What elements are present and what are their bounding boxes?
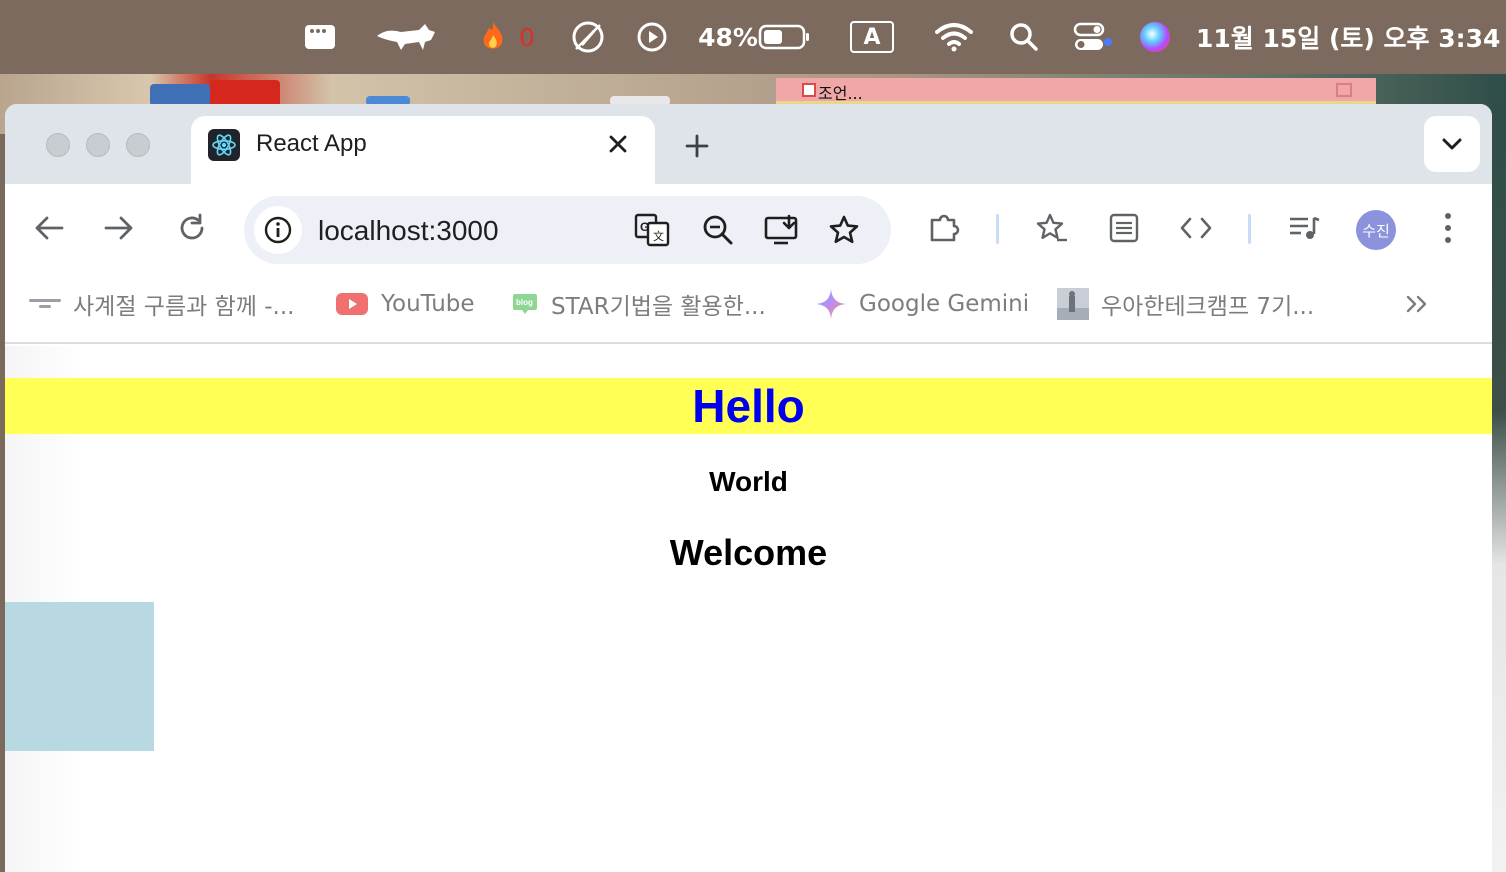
wifi-icon[interactable] bbox=[932, 0, 976, 74]
desktop-edge bbox=[1492, 104, 1506, 872]
datetime[interactable]: 11월 15일 (토) 오후 3:34 bbox=[1196, 0, 1500, 74]
sticky-title: 조언... bbox=[818, 84, 863, 103]
bookmarks-manager-icon[interactable] bbox=[1028, 204, 1076, 252]
bookmark-label: 우아한테크캠프 7기... bbox=[1101, 294, 1315, 320]
extensions-icon[interactable] bbox=[921, 204, 969, 252]
bookmark-label: STAR기법을 활용한... bbox=[551, 294, 766, 320]
world-heading: World bbox=[709, 466, 788, 497]
bookmark-item[interactable]: blog STAR기법을 활용한... bbox=[511, 288, 766, 320]
address-bar[interactable]: localhost:3000 G文 bbox=[244, 196, 891, 264]
bookmark-label: 사계절 구름과 함께 -... bbox=[73, 294, 295, 320]
blue-box bbox=[5, 602, 154, 751]
gemini-icon bbox=[815, 288, 847, 320]
menu-bar: 0 48% A 11월 15일 (토) 오후 3:34 bbox=[0, 0, 1506, 74]
zoom-window-button[interactable] bbox=[126, 133, 150, 157]
thumbnail-icon bbox=[1057, 288, 1089, 320]
profile-avatar[interactable]: 수진 bbox=[1356, 210, 1396, 250]
toolbar-separator bbox=[996, 214, 999, 244]
svg-text:文: 文 bbox=[653, 229, 664, 243]
play-icon[interactable] bbox=[632, 0, 672, 74]
chevron-down-icon bbox=[1442, 138, 1462, 150]
bookmark-label: Google Gemini bbox=[859, 291, 1030, 317]
close-window-button[interactable] bbox=[46, 133, 70, 157]
install-app-icon[interactable] bbox=[758, 206, 806, 254]
rocket-icon[interactable] bbox=[568, 0, 608, 74]
spotlight-search-icon[interactable] bbox=[1004, 0, 1044, 74]
tab-search-button[interactable] bbox=[1424, 116, 1480, 172]
youtube-icon bbox=[335, 292, 369, 316]
svg-text:G: G bbox=[640, 220, 649, 234]
battery-icon[interactable] bbox=[756, 0, 814, 74]
siri-icon[interactable] bbox=[1136, 0, 1174, 74]
more-menu-icon[interactable] bbox=[1424, 204, 1472, 252]
more-bookmarks-icon[interactable] bbox=[1405, 288, 1429, 320]
bookmark-star-icon[interactable] bbox=[820, 206, 868, 254]
forward-button[interactable] bbox=[95, 204, 143, 252]
blog-icon: blog bbox=[511, 292, 539, 316]
bookmarks-bar: 사계절 구름과 함께 -... YouTube blog STAR기법을 활용한… bbox=[5, 274, 1492, 344]
goormthon-icon bbox=[29, 297, 61, 311]
bookmark-item[interactable]: YouTube bbox=[335, 288, 475, 320]
toolbar: localhost:3000 G文 수진 bbox=[5, 184, 1492, 274]
sticky-collapse-icon[interactable] bbox=[1336, 83, 1352, 97]
media-control-icon[interactable] bbox=[1280, 204, 1328, 252]
tab-close-icon[interactable] bbox=[599, 125, 637, 163]
back-button[interactable] bbox=[25, 204, 73, 252]
runcat-icon[interactable] bbox=[374, 0, 438, 74]
fire-count: 0 bbox=[519, 22, 535, 52]
tab-strip: React App bbox=[5, 104, 1492, 184]
bookmark-item[interactable]: 사계절 구름과 함께 -... bbox=[29, 288, 294, 320]
site-info-icon[interactable] bbox=[254, 206, 302, 254]
new-tab-button[interactable] bbox=[677, 126, 717, 166]
page-content: Hello World Welcome bbox=[5, 346, 1492, 872]
fire-icon[interactable] bbox=[476, 0, 510, 74]
hello-heading: Hello bbox=[692, 380, 805, 432]
sticky-note[interactable]: 조언... bbox=[776, 78, 1376, 104]
translate-icon[interactable]: G文 bbox=[628, 206, 676, 254]
bookmark-item[interactable]: 우아한테크캠프 7기... bbox=[1057, 288, 1314, 320]
tab-react-app[interactable]: React App bbox=[191, 116, 655, 184]
hello-banner: Hello bbox=[5, 378, 1492, 434]
devtools-icon[interactable] bbox=[1172, 204, 1220, 252]
tab-title: React App bbox=[256, 130, 367, 157]
url-text[interactable]: localhost:3000 bbox=[318, 215, 499, 247]
reading-list-icon[interactable] bbox=[1100, 204, 1148, 252]
svg-text:blog: blog bbox=[516, 298, 533, 307]
control-center-icon[interactable] bbox=[1070, 0, 1116, 74]
bookmark-item[interactable]: Google Gemini bbox=[815, 288, 1029, 320]
sticky-close-icon[interactable] bbox=[802, 83, 816, 97]
zoom-out-icon[interactable] bbox=[694, 206, 742, 254]
react-icon bbox=[208, 129, 240, 161]
window-switcher-icon[interactable] bbox=[300, 0, 340, 74]
welcome-heading: Welcome bbox=[669, 532, 828, 573]
minimize-window-button[interactable] bbox=[86, 133, 110, 157]
toolbar-separator bbox=[1248, 214, 1251, 244]
input-method-icon[interactable]: A bbox=[848, 0, 896, 74]
bookmark-label: YouTube bbox=[381, 291, 475, 317]
browser-window: React App localhost:3000 G文 수진 사계절 구름과 함… bbox=[5, 104, 1492, 872]
reload-button[interactable] bbox=[168, 204, 216, 252]
battery-percent: 48% bbox=[698, 22, 758, 52]
